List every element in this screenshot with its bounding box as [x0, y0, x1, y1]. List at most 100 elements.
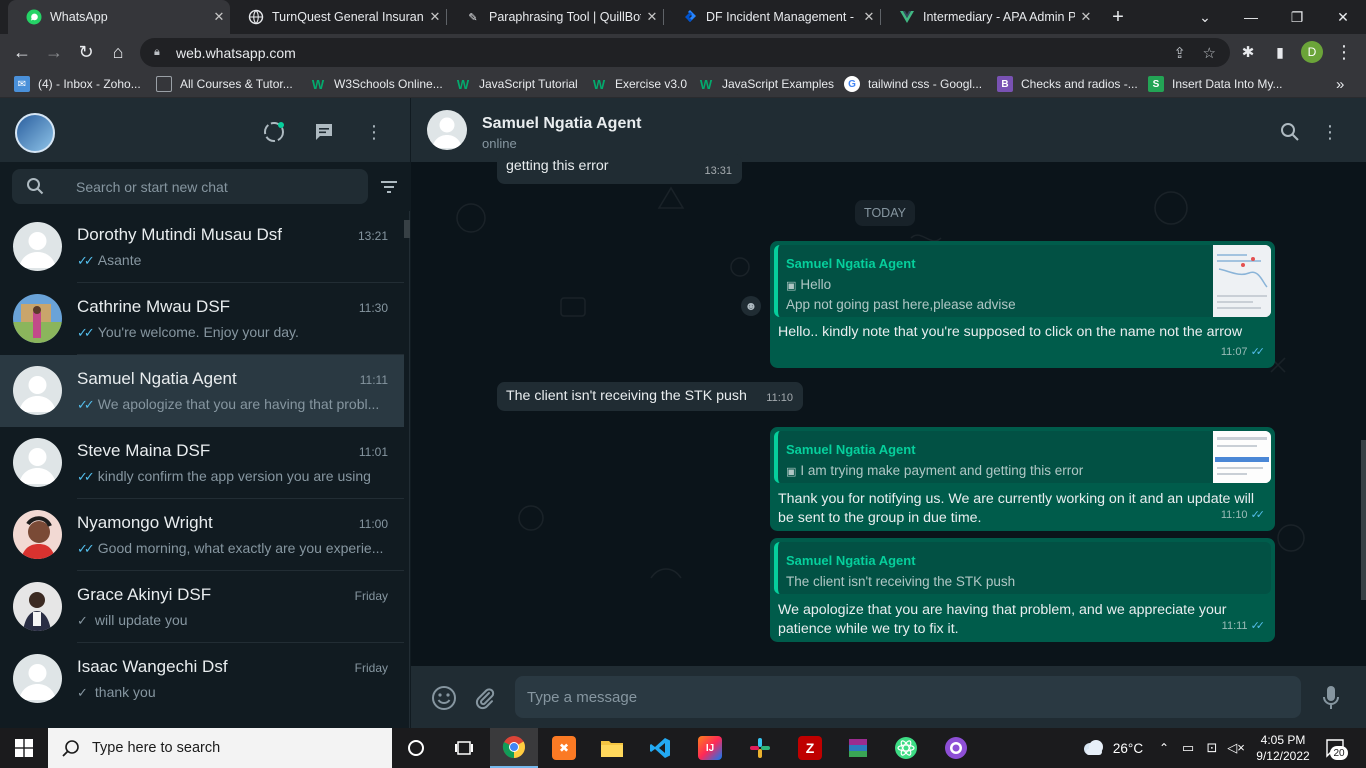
chat-item[interactable]: Isaac Wangechi Dsf Friday ✓ thank you	[0, 643, 404, 715]
bookmark-js-tutorial[interactable]: W JavaScript Tutorial	[455, 75, 578, 93]
react-emoji-icon[interactable]: ☻	[741, 296, 761, 316]
new-chat-icon[interactable]	[312, 120, 336, 144]
avatar	[13, 294, 62, 343]
bookmarks-overflow-icon[interactable]: »	[1336, 75, 1344, 93]
network-icon[interactable]: ⊡	[1202, 728, 1222, 768]
clock[interactable]: 4:05 PM 9/12/2022	[1250, 728, 1316, 768]
cortana-icon[interactable]	[392, 728, 440, 768]
bookmark-label: All Courses & Tutor...	[180, 77, 293, 91]
weather-temperature[interactable]: 26°C	[1108, 728, 1148, 768]
chrome-taskbar-icon[interactable]	[490, 728, 538, 768]
conversation-scrollbar[interactable]	[1361, 440, 1366, 600]
vscode-icon[interactable]	[636, 728, 684, 768]
close-icon[interactable]: ✕	[1075, 9, 1097, 25]
winrar-icon[interactable]	[834, 728, 882, 768]
bookmark-w3schools[interactable]: W W3Schools Online...	[310, 75, 443, 93]
xampp-icon[interactable]: ✖	[540, 728, 588, 768]
tab-turnquest[interactable]: TurnQuest General Insurance ✕	[230, 0, 446, 34]
close-icon[interactable]: ✕	[858, 9, 880, 25]
close-window-icon[interactable]: ✕	[1320, 0, 1366, 34]
bookmark-star-icon[interactable]: ☆	[1203, 44, 1216, 62]
chrome-menu-icon[interactable]: ⋮	[1330, 38, 1358, 66]
bookmark-all-courses[interactable]: All Courses & Tutor...	[156, 75, 293, 93]
chat-list-scrollbar[interactable]	[404, 220, 410, 238]
close-icon[interactable]: ✕	[424, 9, 446, 25]
tab-df-incident[interactable]: DF Incident Management - K ✕	[664, 0, 880, 34]
quoted-message[interactable]: Samuel Ngatia Agent ▣ Hello App not going…	[774, 245, 1271, 317]
microphone-icon[interactable]	[1318, 685, 1344, 711]
home-icon[interactable]: ⌂	[104, 38, 132, 66]
outgoing-message[interactable]: Samuel Ngatia Agent The client isn't rec…	[770, 538, 1275, 642]
chat-item-selected[interactable]: Samuel Ngatia Agent 11:11 ✓✓ We apologize…	[0, 355, 404, 427]
quoted-message[interactable]: Samuel Ngatia Agent ▣ I am trying make pa…	[774, 431, 1271, 483]
outgoing-message[interactable]: Samuel Ngatia Agent ▣ I am trying make pa…	[770, 427, 1275, 531]
search-box	[12, 169, 368, 204]
quote-line: App not going past here,please advise	[786, 297, 1016, 312]
search-input[interactable]	[76, 169, 356, 204]
task-view-icon[interactable]	[440, 728, 488, 768]
chat-item[interactable]: Cathrine Mwau DSF 11:30 ✓✓ You're welcome…	[0, 283, 404, 355]
tab-quillbot[interactable]: ✎ Paraphrasing Tool | QuillBot A ✕	[447, 0, 663, 34]
menu-icon[interactable]: ⋮	[362, 120, 386, 144]
my-avatar[interactable]	[15, 113, 55, 153]
menu-icon[interactable]: ⋮	[1318, 120, 1342, 144]
globe-icon	[248, 9, 264, 25]
bookmark-checks-radios[interactable]: B Checks and radios -...	[997, 75, 1138, 93]
chat-item[interactable]: Grace Akinyi DSF Friday ✓ will update you	[0, 571, 404, 643]
tab-apa-admin[interactable]: Intermediary - APA Admin Po ✕	[881, 0, 1097, 34]
attach-icon[interactable]	[472, 685, 498, 711]
bookmarks-bar: ✉ (4) - Inbox - Zoho... All Courses & Tut…	[0, 70, 1366, 98]
bookmark-insert-data[interactable]: S Insert Data Into My...	[1148, 75, 1282, 93]
chat-item[interactable]: Nyamongo Wright 11:00 ✓✓ Good morning, wh…	[0, 499, 404, 571]
show-hidden-icons-chevron-icon[interactable]: ⌃	[1156, 728, 1172, 768]
chat-item[interactable]: Dorothy Mutindi Musau Dsf 13:21 ✓✓ Asante	[0, 211, 404, 283]
taskbar-search[interactable]: Type here to search	[48, 728, 392, 768]
tab-whatsapp[interactable]: WhatsApp ✕	[8, 0, 230, 34]
forward-arrow-icon[interactable]: →	[40, 38, 68, 66]
filter-icon[interactable]	[380, 180, 398, 194]
status-icon[interactable]	[262, 120, 286, 144]
chat-item[interactable]: Steve Maina DSF 11:01 ✓✓ kindly confirm t…	[0, 427, 404, 499]
search-icon	[62, 739, 80, 757]
share-icon[interactable]: ⇪	[1173, 44, 1186, 62]
bookmark-zoho-inbox[interactable]: ✉ (4) - Inbox - Zoho...	[14, 75, 141, 93]
github-desktop-icon[interactable]	[932, 728, 980, 768]
search-icon[interactable]	[1278, 120, 1302, 144]
tab-search-chevron-icon[interactable]: ⌄	[1182, 0, 1228, 34]
new-tab-button[interactable]: +	[1100, 0, 1136, 34]
chat-preview: ✓✓ Good morning, what exactly are you exp…	[77, 540, 384, 556]
browser-tab-strip: WhatsApp ✕ TurnQuest General Insurance ✕…	[0, 0, 1366, 34]
profile-avatar[interactable]: D	[1301, 41, 1323, 63]
conversation-header[interactable]: Samuel Ngatia Agent online ⋮	[411, 98, 1366, 162]
bookmark-js-examples[interactable]: W JavaScript Examples	[698, 75, 834, 93]
minimize-icon[interactable]: —	[1228, 0, 1274, 34]
incoming-message[interactable]: getting this error 13:31	[497, 154, 742, 184]
contact-avatar[interactable]	[427, 110, 467, 150]
file-explorer-icon[interactable]	[588, 728, 636, 768]
close-icon[interactable]: ✕	[208, 9, 230, 25]
message-input[interactable]	[515, 676, 1301, 718]
notifications-icon[interactable]: 20	[1322, 728, 1350, 768]
filezilla-icon[interactable]: Z	[786, 728, 834, 768]
bookmark-exercise[interactable]: W Exercise v3.0	[591, 75, 687, 93]
reload-icon[interactable]: ↻	[72, 38, 100, 66]
slack-icon[interactable]	[736, 728, 784, 768]
volume-muted-icon[interactable]: ◁×	[1226, 728, 1246, 768]
windows-start-icon[interactable]	[0, 728, 48, 768]
weather-cloud-icon[interactable]	[1080, 728, 1106, 768]
address-bar[interactable]: 🔒︎ web.whatsapp.com ⇪ ☆	[140, 38, 1230, 67]
battery-icon[interactable]: ▭	[1178, 728, 1198, 768]
quoted-message[interactable]: Samuel Ngatia Agent The client isn't rec…	[774, 542, 1271, 594]
bookmark-tailwind-google[interactable]: Gtailwind css - Googl...	[844, 75, 982, 93]
emoji-icon[interactable]	[431, 685, 457, 711]
extensions-icon[interactable]: ✱	[1234, 38, 1262, 66]
incoming-message[interactable]: The client isn't receiving the STK push …	[497, 382, 803, 411]
react-native-icon[interactable]	[882, 728, 930, 768]
intellij-icon[interactable]: IJ	[686, 728, 734, 768]
close-icon[interactable]: ✕	[641, 9, 663, 25]
windows-taskbar: Type here to search ✖ IJ Z 26°C ⌃ ▭ ⊡ ◁×…	[0, 728, 1366, 768]
outgoing-message[interactable]: Samuel Ngatia Agent ▣ Hello App not going…	[770, 241, 1275, 368]
side-panel-icon[interactable]: ▮	[1266, 38, 1294, 66]
restore-icon[interactable]: ❐	[1274, 0, 1320, 34]
back-arrow-icon[interactable]: ←	[8, 38, 36, 66]
